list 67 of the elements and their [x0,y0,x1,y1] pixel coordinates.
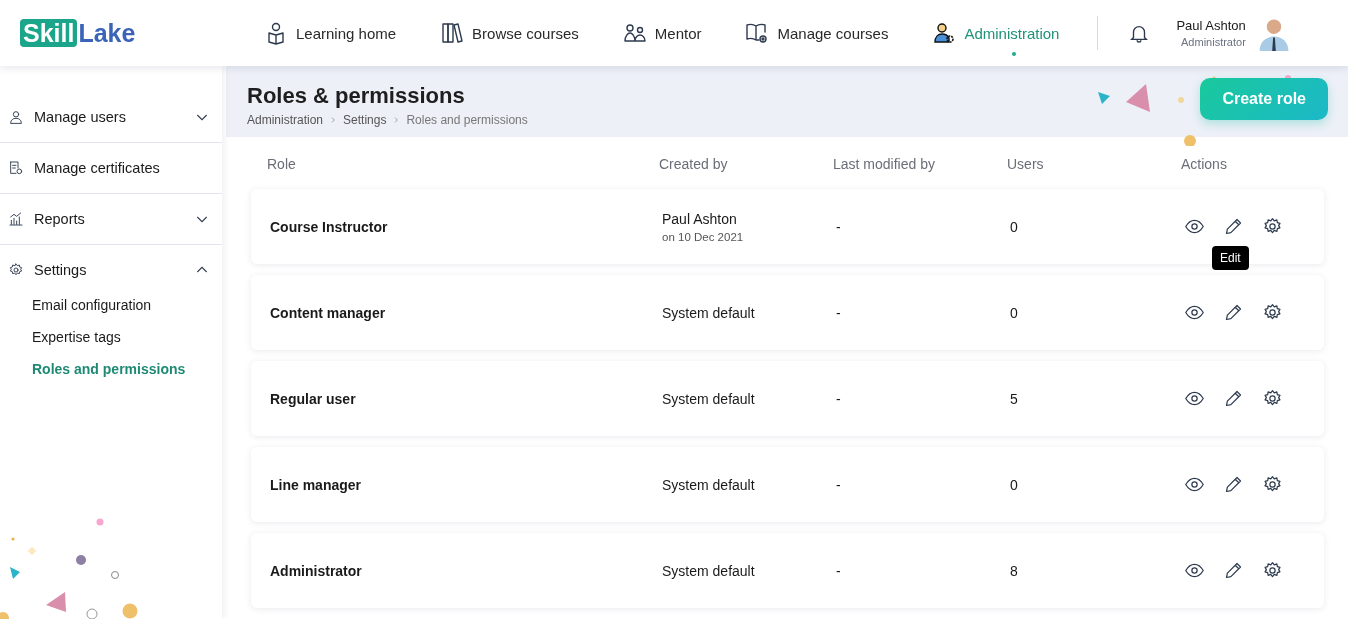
user-count: 0 [1010,304,1018,321]
last-modified-by: - [836,562,841,579]
book-gear-icon [745,21,770,45]
tooltip: Edit [1212,246,1249,270]
active-dot [1012,52,1017,56]
logo-skill: Skill [20,19,78,47]
last-modified-by: - [836,218,841,235]
role-name: Line manager [270,476,363,493]
created-by: System default [662,476,756,493]
role-name: Course Instructor [270,218,389,235]
sidebar-label: Settings [34,262,88,278]
nav-link[interactable]: Learning home [264,21,397,45]
last-modified-by: - [836,390,841,407]
sidebar-label: Manage certificates [34,160,161,176]
created-by: Paul Ashton [662,210,738,227]
user-count: 0 [1010,218,1018,235]
submenu-item[interactable]: Expertise tags [32,329,222,345]
last-modified-by: - [836,476,841,493]
role-name: Administrator [270,562,363,579]
pencil-icon[interactable] [1223,560,1244,581]
sidebar-item[interactable]: Reports [0,194,222,244]
role-name: Regular user [270,390,357,407]
column-header: Users [1007,156,1045,172]
role-name: Content manager [270,304,387,321]
gear-icon [8,262,24,278]
certificate-icon [8,160,24,176]
pencil-icon[interactable] [1223,474,1244,495]
column-header: Last modified by [833,156,936,172]
nav-link[interactable]: Browse courses [440,21,579,45]
breadcrumb-link[interactable]: Administration [247,112,324,127]
created-by: System default [662,562,756,579]
pencil-icon[interactable] [1223,388,1244,409]
nav-link[interactable]: Administration [932,21,1060,45]
sidebar-item[interactable]: Settings [0,245,222,295]
chevron-right-icon [329,115,338,124]
user-count: 0 [1010,476,1018,493]
nav-link[interactable]: Manage courses [745,21,889,45]
created-by: System default [662,390,756,407]
user-name: Paul Ashton [1176,18,1246,33]
page-title: Roles & permissions [247,82,466,109]
sidebar-item[interactable]: Manage certificates [0,143,222,193]
user-count: 8 [1010,562,1018,579]
sidebar-item[interactable]: Manage users [0,92,222,142]
logo-lake: Lake [78,18,136,48]
pencil-icon[interactable] [1223,302,1244,323]
last-modified-by: - [836,304,841,321]
column-header: Actions [1181,156,1228,172]
created-by: System default [662,304,756,321]
created-date: on 10 Dec 2021 [662,230,745,243]
submenu-item[interactable]: Email configuration [32,297,222,313]
admin-icon [932,21,957,45]
column-header: Role [267,156,297,172]
submenu-item[interactable]: Roles and permissions [32,361,222,377]
user-count: 5 [1010,390,1018,407]
column-header: Created by [659,156,729,172]
pencil-icon[interactable] [1223,216,1244,237]
chart-icon [8,211,24,227]
user-icon [8,109,24,125]
sidebar-label: Reports [34,211,86,227]
sidebar-label: Manage users [34,109,127,125]
user-role: Administrator [1180,36,1246,48]
nav-link[interactable]: Mentor [622,21,702,45]
breadcrumb-link[interactable]: Roles and permissions [406,112,528,127]
breadcrumb-link[interactable]: Settings [343,112,387,127]
books-icon [440,21,465,45]
chevron-right-icon [392,115,401,124]
people-icon [622,21,647,45]
